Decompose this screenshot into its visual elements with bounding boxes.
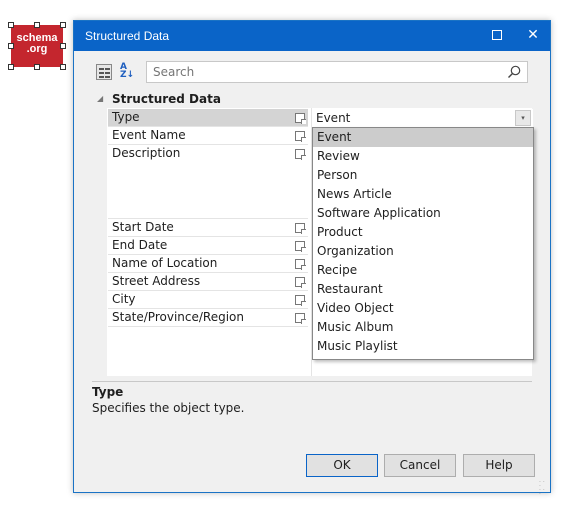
maximize-icon xyxy=(492,29,502,40)
edit-icon[interactable] xyxy=(295,259,306,270)
resize-grip-icon[interactable]: · · · · · · xyxy=(539,480,547,498)
property-state-province-region[interactable]: State/Province/Region xyxy=(108,309,308,327)
resize-handle-bottom[interactable] xyxy=(34,64,40,70)
group-header[interactable]: ◢ Structured Data xyxy=(92,90,532,108)
dropdown-option-restaurant[interactable]: Restaurant xyxy=(313,280,533,299)
ok-button[interactable]: OK xyxy=(306,454,378,477)
property-type[interactable]: Type xyxy=(108,109,308,127)
resize-handle-top[interactable] xyxy=(34,22,40,28)
property-label: City xyxy=(112,292,136,306)
description-title: Type xyxy=(92,385,124,399)
dropdown-option-software-application[interactable]: Software Application xyxy=(313,204,533,223)
edit-icon[interactable] xyxy=(295,131,306,142)
help-button[interactable]: Help xyxy=(463,454,535,477)
property-label: Street Address xyxy=(112,274,201,288)
dropdown-option-event[interactable]: Event xyxy=(313,128,533,147)
property-description[interactable]: Description xyxy=(108,145,308,219)
resize-handle-right[interactable] xyxy=(60,43,66,49)
property-toolbar: A Z↓ xyxy=(94,61,528,85)
dropdown-option-product[interactable]: Product xyxy=(313,223,533,242)
property-label: Event Name xyxy=(112,128,186,142)
property-name-of-location[interactable]: Name of Location xyxy=(108,255,308,273)
resize-handle-left[interactable] xyxy=(8,43,14,49)
dropdown-option-organization[interactable]: Organization xyxy=(313,242,533,261)
type-dropdown-list: Event Review Person News Article Softwar… xyxy=(312,127,534,360)
schema-org-logo[interactable]: schema .org xyxy=(11,25,63,67)
property-end-date[interactable]: End Date xyxy=(108,237,308,255)
type-combobox[interactable]: Event ▾ xyxy=(312,109,533,127)
property-street-address[interactable]: Street Address xyxy=(108,273,308,291)
property-label: State/Province/Region xyxy=(112,310,244,324)
edit-icon[interactable] xyxy=(295,149,306,160)
dropdown-option-music-album[interactable]: Music Album xyxy=(313,318,533,337)
property-label: Description xyxy=(112,146,181,160)
dropdown-option-music-playlist[interactable]: Music Playlist xyxy=(313,337,533,356)
resize-handle-bottom-right[interactable] xyxy=(60,64,66,70)
close-icon: ✕ xyxy=(527,27,539,43)
schema-org-logo-selection[interactable]: schema .org xyxy=(7,21,67,71)
property-event-name[interactable]: Event Name xyxy=(108,127,308,145)
description-panel: Type Specifies the object type. xyxy=(92,381,532,442)
description-text: Specifies the object type. xyxy=(92,401,245,415)
edit-icon[interactable] xyxy=(295,113,306,124)
property-label: Type xyxy=(112,110,140,124)
type-combobox-value: Event xyxy=(316,111,351,125)
dialog-title: Structured Data xyxy=(85,29,170,43)
chevron-down-icon[interactable]: ▾ xyxy=(515,110,531,126)
grid-margin xyxy=(92,108,107,376)
edit-icon[interactable] xyxy=(295,223,306,234)
edit-icon[interactable] xyxy=(295,313,306,324)
resize-handle-top-left[interactable] xyxy=(8,22,14,28)
dropdown-option-video-object[interactable]: Video Object xyxy=(313,299,533,318)
close-button[interactable]: ✕ xyxy=(516,21,550,51)
collapse-arrow-icon[interactable]: ◢ xyxy=(97,94,103,103)
title-bar[interactable]: Structured Data ✕ xyxy=(74,21,550,51)
property-label: Name of Location xyxy=(112,256,218,270)
resize-handle-top-right[interactable] xyxy=(60,22,66,28)
search-box[interactable] xyxy=(146,61,528,83)
property-label: Start Date xyxy=(112,220,174,234)
search-icon[interactable] xyxy=(507,65,521,79)
property-city[interactable]: City xyxy=(108,291,308,309)
logo-line-2: .org xyxy=(26,43,48,55)
edit-icon[interactable] xyxy=(295,295,306,306)
structured-data-dialog: Structured Data ✕ A Z↓ ◢ Structure xyxy=(73,20,551,498)
edit-icon[interactable] xyxy=(295,241,306,252)
categorized-icon[interactable] xyxy=(96,64,112,80)
dropdown-option-recipe[interactable]: Recipe xyxy=(313,261,533,280)
sort-az-bottom: Z↓ xyxy=(120,70,135,80)
resize-handle-bottom-left[interactable] xyxy=(8,64,14,70)
group-label: Structured Data xyxy=(112,92,221,106)
property-label: End Date xyxy=(112,238,168,252)
edit-icon[interactable] xyxy=(295,277,306,288)
cancel-button[interactable]: Cancel xyxy=(384,454,456,477)
sort-az-icon[interactable]: A Z↓ xyxy=(120,63,136,81)
dropdown-option-review[interactable]: Review xyxy=(313,147,533,166)
maximize-button[interactable] xyxy=(480,21,514,51)
property-start-date[interactable]: Start Date xyxy=(108,219,308,237)
dropdown-option-person[interactable]: Person xyxy=(313,166,533,185)
dropdown-option-news-article[interactable]: News Article xyxy=(313,185,533,204)
search-input[interactable] xyxy=(153,65,493,79)
